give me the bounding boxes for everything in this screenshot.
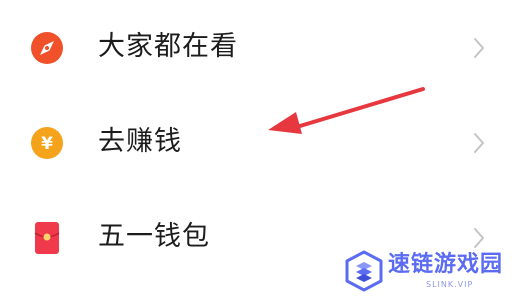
- yen-glyph: ¥: [41, 134, 53, 154]
- logo-icon: [345, 250, 383, 292]
- menu-item-label: 五一钱包: [98, 221, 210, 252]
- chevron-right-icon: [474, 133, 484, 153]
- watermark: 速链游戏园 SLINK.VIP: [338, 244, 520, 298]
- red-envelope-icon: [34, 222, 60, 254]
- watermark-title: 速链游戏园: [388, 252, 504, 277]
- compass-icon: [31, 32, 63, 64]
- menu-item-earn-money[interactable]: ¥ 去赚钱: [0, 108, 520, 178]
- menu-item-everyone-watching[interactable]: 大家都在看: [0, 13, 520, 83]
- menu-item-label: 大家都在看: [98, 31, 238, 62]
- yen-coin-icon: ¥: [31, 127, 63, 159]
- watermark-subtitle: SLINK.VIP: [426, 280, 474, 289]
- chevron-right-icon: [474, 38, 484, 58]
- menu-item-label: 去赚钱: [98, 126, 182, 157]
